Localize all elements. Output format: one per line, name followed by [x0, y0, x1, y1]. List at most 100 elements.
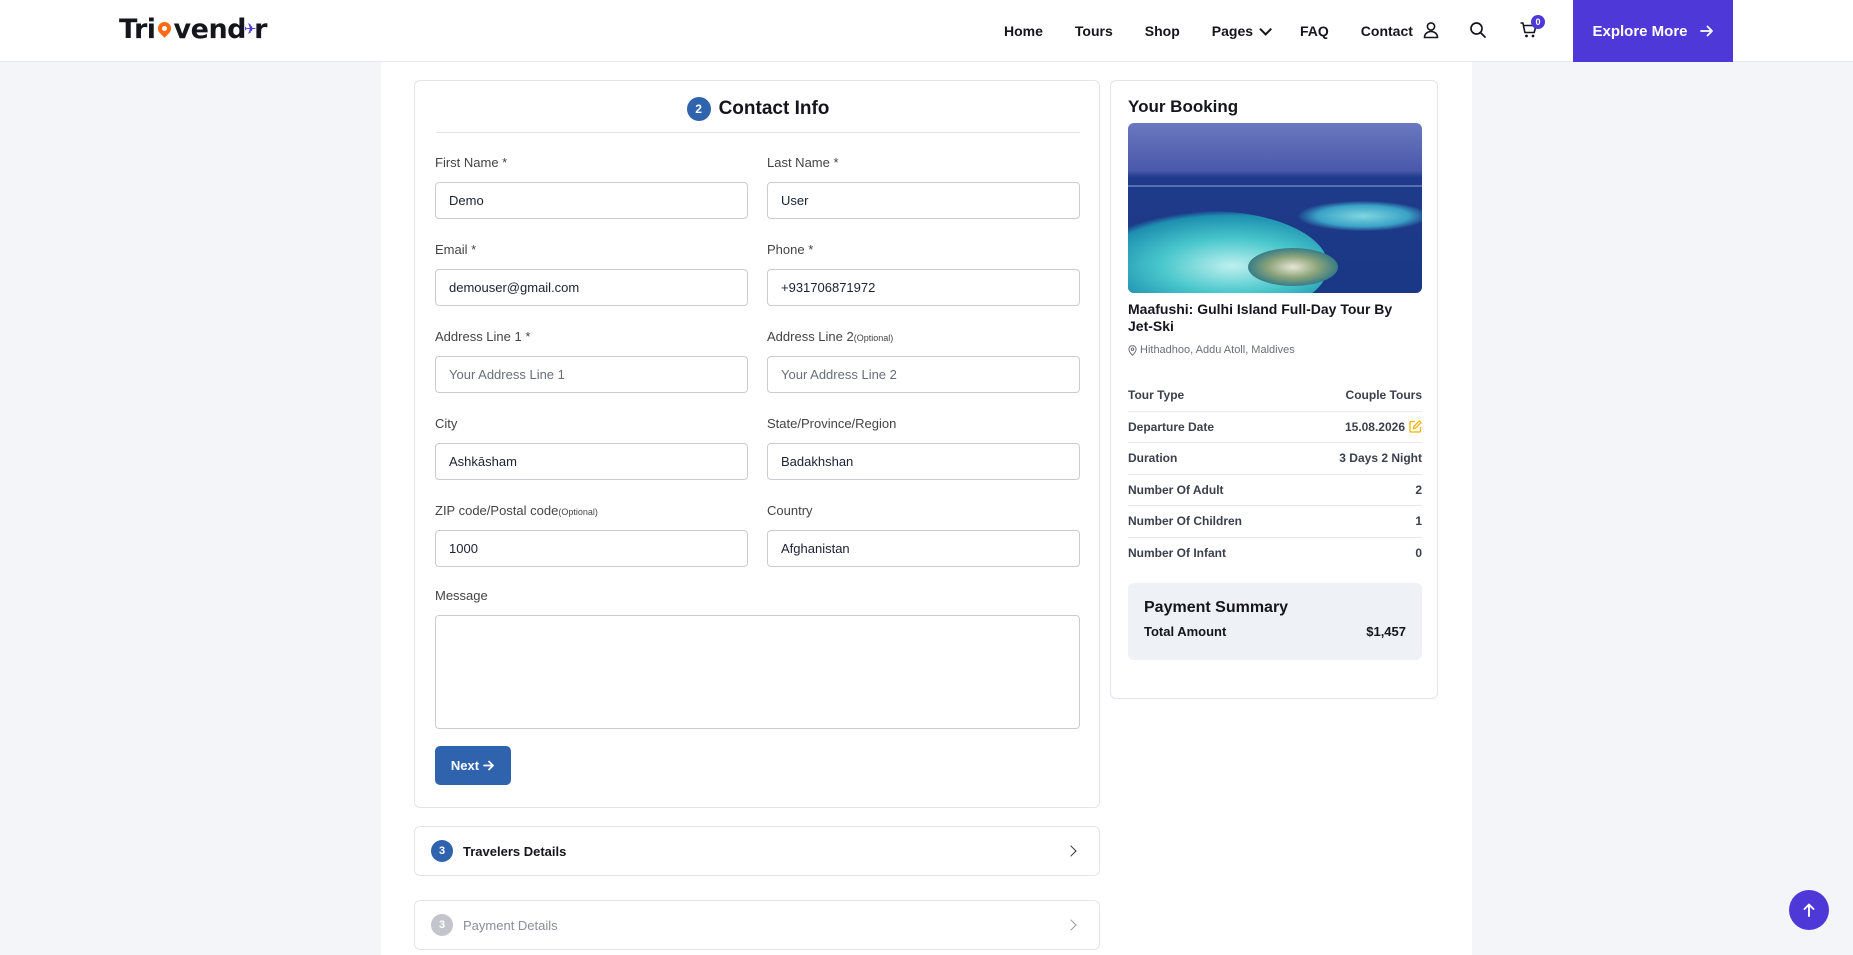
- address1-label: Address Line 1 *: [435, 329, 531, 344]
- country-group: Country: [767, 503, 1080, 567]
- cart-count-badge: 0: [1531, 15, 1545, 29]
- email-group: Email *: [435, 242, 748, 306]
- site-header: Tri vend ✈ r Home Tours Shop Pages FAQ Cont…: [0, 0, 1853, 62]
- nav-home[interactable]: Home: [1004, 23, 1043, 39]
- nav-label: Pages: [1211, 23, 1254, 39]
- first-name-input[interactable]: [435, 182, 748, 219]
- detail-label: Tour Type: [1128, 388, 1185, 403]
- optional-tag: (Optional): [558, 507, 598, 517]
- booking-title: Your Booking: [1128, 97, 1239, 116]
- address2-label-wrap: Address Line 2(Optional): [767, 329, 1080, 347]
- zip-group: ZIP code/Postal code(Optional): [435, 503, 748, 567]
- country-input[interactable]: [767, 530, 1080, 567]
- last-name-input[interactable]: [767, 182, 1080, 219]
- state-group: State/Province/Region: [767, 416, 1080, 480]
- detail-value: 15.08.2026: [1344, 419, 1405, 434]
- user-icon[interactable]: [1421, 20, 1441, 40]
- arrow-up-icon: [1803, 903, 1815, 917]
- nav-tours[interactable]: Tours: [1075, 23, 1113, 39]
- address1-input[interactable]: [435, 356, 748, 393]
- booking-details-list: Tour Type Couple Tours Departure Date 15.0…: [1128, 380, 1422, 569]
- step-number: 3: [431, 840, 453, 862]
- chevron-right-icon: [1065, 919, 1077, 931]
- detail-label: Duration: [1128, 451, 1178, 466]
- cart-icon[interactable]: 0: [1519, 15, 1545, 40]
- state-input[interactable]: [767, 443, 1080, 480]
- detail-row: Number Of Adult 2: [1128, 475, 1422, 506]
- tour-name[interactable]: Maafushi: Gulhi Island Full-Day Tour By …: [1128, 301, 1418, 335]
- detail-row: Tour Type Couple Tours: [1128, 380, 1422, 412]
- address2-input[interactable]: [767, 356, 1080, 393]
- contact-info-card: 2 Contact Info First Name * Last Name * …: [414, 80, 1100, 808]
- explore-label: Explore More: [1592, 22, 1688, 40]
- travelers-details-step[interactable]: 3 Travelers Details: [414, 826, 1100, 876]
- location-pin-icon: [1128, 344, 1137, 356]
- phone-input[interactable]: [767, 269, 1080, 306]
- detail-value-wrap: 15.08.2026: [1345, 420, 1422, 434]
- main-nav: Home Tours Shop Pages FAQ Contact: [1004, 0, 1445, 62]
- zip-input[interactable]: [435, 530, 748, 567]
- zip-label-wrap: ZIP code/Postal code(Optional): [435, 503, 748, 521]
- nav-shop[interactable]: Shop: [1145, 23, 1180, 39]
- state-label: State/Province/Region: [767, 416, 897, 431]
- nav-contact[interactable]: Contact: [1361, 23, 1413, 39]
- nav-label: Contact: [1360, 23, 1413, 39]
- country-label: Country: [767, 503, 813, 518]
- step-number: 2: [686, 96, 711, 121]
- detail-row: Departure Date 15.08.2026: [1128, 412, 1422, 443]
- email-input[interactable]: [435, 269, 748, 306]
- phone-label: Phone *: [767, 242, 814, 257]
- logo-text-part: vend: [173, 13, 247, 45]
- detail-row: Number Of Children 1: [1128, 506, 1422, 538]
- optional-tag: (Optional): [853, 333, 894, 343]
- nav-faq[interactable]: FAQ: [1300, 23, 1329, 39]
- detail-value: Couple Tours: [1345, 388, 1422, 403]
- search-icon[interactable]: [1468, 20, 1488, 40]
- first-name-label: First Name *: [435, 155, 508, 170]
- location-text: Hithadhoo, Addu Atoll, Maldives: [1140, 344, 1295, 356]
- message-group: Message: [435, 588, 1080, 729]
- address2-group: Address Line 2(Optional): [767, 329, 1080, 393]
- detail-label: Number Of Adult: [1128, 482, 1224, 497]
- site-logo[interactable]: Tri vend ✈ r: [119, 12, 267, 46]
- last-name-group: Last Name *: [767, 155, 1080, 219]
- message-label: Message: [435, 588, 488, 603]
- payment-details-step[interactable]: 3 Payment Details: [414, 900, 1100, 950]
- your-booking-card: Your Booking Maafushi: Gulhi Island Full…: [1110, 80, 1438, 699]
- explore-more-button[interactable]: Explore More: [1573, 0, 1733, 62]
- step-number: 3: [431, 914, 453, 936]
- detail-value: 1: [1415, 514, 1422, 529]
- nav-label: FAQ: [1300, 23, 1329, 39]
- logo-text-part: r: [254, 13, 267, 45]
- tour-location: Hithadhoo, Addu Atoll, Maldives: [1128, 344, 1295, 356]
- nav-label: Home: [1004, 23, 1043, 39]
- detail-row: Duration 3 Days 2 Night: [1128, 443, 1422, 475]
- message-textarea[interactable]: [435, 615, 1080, 729]
- chevron-down-icon: [1259, 22, 1273, 36]
- payment-summary: Payment Summary Total Amount $1,457: [1128, 583, 1422, 660]
- detail-label: Number Of Infant: [1128, 546, 1226, 561]
- address2-label: Address Line 2: [767, 329, 854, 344]
- scroll-to-top-button[interactable]: [1789, 890, 1829, 930]
- total-amount-label: Total Amount: [1144, 624, 1227, 639]
- nav-label: Tours: [1074, 23, 1113, 39]
- detail-label: Number Of Children: [1128, 514, 1243, 529]
- image-reef: [1298, 201, 1422, 231]
- edit-icon[interactable]: [1409, 420, 1422, 433]
- city-group: City: [435, 416, 748, 480]
- payment-summary-title: Payment Summary: [1144, 599, 1289, 616]
- next-button[interactable]: Next: [435, 746, 511, 785]
- chevron-right-icon: [1065, 845, 1077, 857]
- total-amount-row: Total Amount $1,457: [1144, 624, 1406, 639]
- nav-pages[interactable]: Pages: [1211, 22, 1273, 39]
- city-input[interactable]: [435, 443, 748, 480]
- step-title: Travelers Details: [463, 843, 567, 859]
- image-island: [1248, 248, 1338, 286]
- address1-group: Address Line 1 *: [435, 329, 748, 393]
- arrow-right-icon: [483, 760, 494, 771]
- city-label: City: [435, 416, 458, 431]
- next-label: Next: [450, 758, 480, 773]
- phone-group: Phone *: [767, 242, 1080, 306]
- step-title: Payment Details: [463, 917, 558, 933]
- detail-value: 0: [1415, 546, 1422, 561]
